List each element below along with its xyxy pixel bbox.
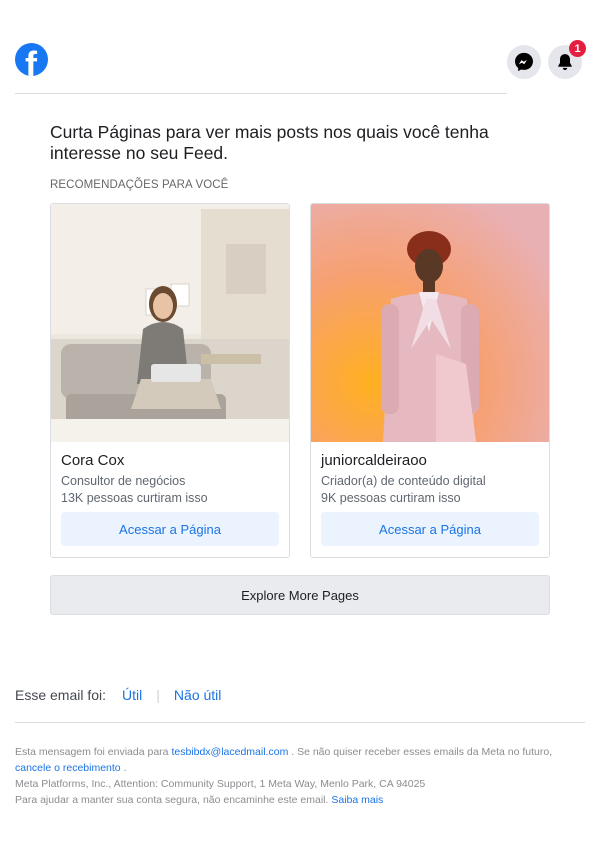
- page-photo-image: [51, 204, 289, 442]
- facebook-logo[interactable]: f: [15, 43, 48, 76]
- page-category: Criador(a) de conteúdo digital: [321, 474, 486, 488]
- facebook-logo-letter: f: [25, 44, 37, 77]
- headline: Curta Páginas para ver mais posts nos qu…: [50, 122, 489, 163]
- page-card[interactable]: juniorcaldeiraoo Criador(a) de conteúdo …: [310, 203, 550, 558]
- page-photo[interactable]: [311, 204, 549, 442]
- notification-badge: 1: [569, 40, 586, 57]
- footer-optout-text: . Se não quiser receber esses emails da …: [291, 746, 553, 758]
- page-name[interactable]: Cora Cox: [61, 452, 124, 469]
- footer-sent-to-text: Esta mensagem foi enviada para: [15, 746, 169, 758]
- footer-unsubscribe-line: cancele o recebimento .: [15, 760, 585, 776]
- page-likes: 13K pessoas curtiram isso: [61, 491, 208, 505]
- page-card[interactable]: Cora Cox Consultor de negócios 13K pesso…: [50, 203, 290, 558]
- feedback-separator: |: [156, 687, 160, 703]
- visit-page-button[interactable]: Acessar a Página: [61, 512, 279, 546]
- email-header: f 1: [15, 40, 586, 94]
- messenger-icon: [515, 52, 533, 72]
- footer-security-line: Para ajudar a manter sua conta segura, n…: [15, 792, 585, 808]
- useful-link[interactable]: Útil: [122, 687, 142, 703]
- section-label: RECOMENDAÇÕES PARA VOCÊ: [50, 179, 229, 191]
- header-divider: [15, 93, 507, 94]
- unsubscribe-link[interactable]: cancele o recebimento: [15, 762, 121, 774]
- footer-security-text: Para ajudar a manter sua conta segura, n…: [15, 794, 329, 806]
- footer-address: Meta Platforms, Inc., Attention: Communi…: [15, 778, 426, 790]
- footer-recipient-line: Esta mensagem foi enviada para tesbibdx@…: [15, 744, 585, 760]
- footer-divider: [15, 722, 585, 723]
- page-category: Consultor de negócios: [61, 474, 186, 488]
- learn-more-link[interactable]: Saiba mais: [331, 794, 383, 806]
- email-footer: Esta mensagem foi enviada para tesbibdx@…: [15, 744, 585, 808]
- unsubscribe-suffix: .: [123, 762, 127, 774]
- email-feedback: Esse email foi: Útil | Não útil: [15, 687, 221, 703]
- explore-more-pages-button[interactable]: Explore More Pages: [50, 575, 550, 615]
- page-photo-image: [311, 204, 549, 442]
- page-name[interactable]: juniorcaldeiraoo: [321, 452, 427, 469]
- messenger-button[interactable]: [507, 45, 541, 79]
- page-photo[interactable]: [51, 204, 289, 442]
- not-useful-link[interactable]: Não útil: [174, 687, 221, 703]
- visit-page-button[interactable]: Acessar a Página: [321, 512, 539, 546]
- feedback-prompt: Esse email foi:: [15, 687, 107, 703]
- page-likes: 9K pessoas curtiram isso: [321, 491, 461, 505]
- recipient-email-link[interactable]: tesbibdx@lacedmail.com: [171, 746, 288, 758]
